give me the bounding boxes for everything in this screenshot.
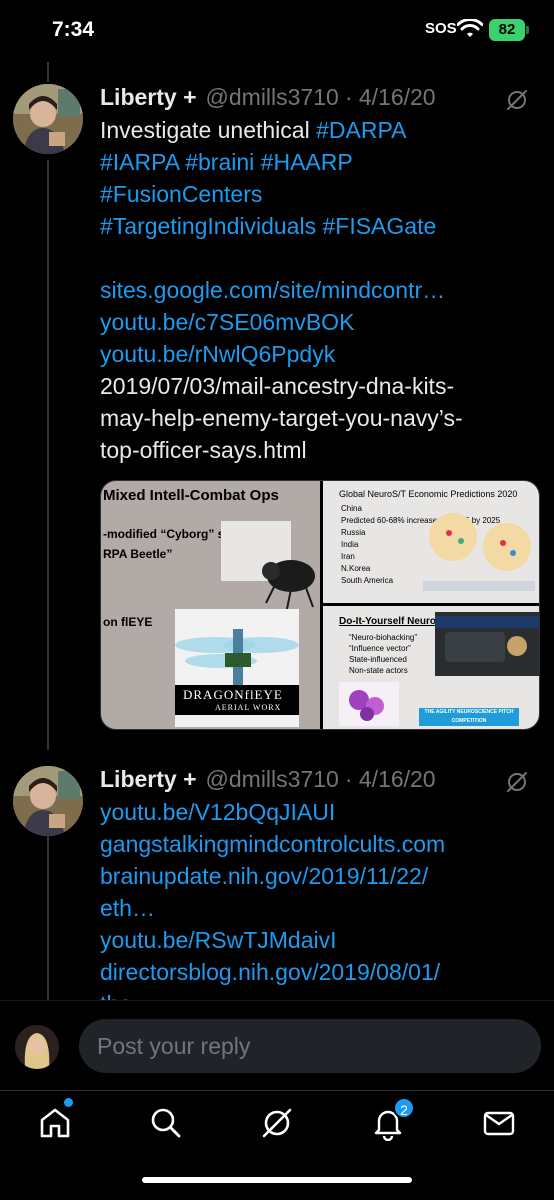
- tweet-line: top-officer-says.html: [100, 434, 520, 466]
- media-1-line2: RPA Beetle”: [103, 547, 173, 561]
- media-1-caption-2: AERIAL WORX: [215, 703, 282, 712]
- tweet-link[interactable]: youtu.be/c7SE06mvBOK: [100, 309, 354, 335]
- tweet-line: may-help-enemy-target-you-navy’s-: [100, 402, 520, 434]
- media-2-title: Global NeuroS/T Economic Predictions 202…: [339, 489, 518, 499]
- map-image: [423, 513, 535, 591]
- tweet-text-span: Investigate unethical: [100, 117, 317, 143]
- tweet-line: youtu.be/RSwTJMdaivI: [100, 924, 520, 956]
- tweet-link[interactable]: #TargetingIndividuals #FISAGate: [100, 213, 436, 239]
- tweet-link[interactable]: youtu.be/rNwlQ6Ppdyk: [100, 341, 335, 367]
- tweet-header: Liberty + @dmills3710 · 4/16/20: [100, 84, 520, 114]
- tweet-link[interactable]: #IARPA #braini #HAARP: [100, 149, 353, 175]
- tweet-line: youtu.be/c7SE06mvBOK: [100, 306, 520, 338]
- tweet-line: #TargetingIndividuals #FISAGate: [100, 210, 520, 242]
- tweet-line: sites.google.com/site/mindcontr…: [100, 274, 520, 306]
- tweet-text: youtu.be/V12bQqJIAUI gangstalkingmindcont…: [100, 796, 520, 1020]
- reply-bar: [0, 1000, 554, 1090]
- media-list-item: “Influence vector”: [349, 644, 411, 653]
- media-1-title: Mixed Intell-Combat Ops: [103, 487, 279, 504]
- handle[interactable]: @dmills3710: [206, 84, 339, 111]
- tweet-link[interactable]: directorsblog.nih.gov/2019/08/01/: [100, 959, 440, 985]
- molecule-image: [339, 682, 399, 726]
- tweet-line: gangstalkingmindcontrolcults.com: [100, 828, 520, 860]
- tweet-text-span: may-help-enemy-target-you-navy’s-: [100, 405, 463, 431]
- battery-tip: [526, 26, 529, 34]
- home-icon[interactable]: [37, 1105, 73, 1141]
- tweet-line: brainupdate.nih.gov/2019/11/22/: [100, 860, 520, 892]
- device-image: [435, 612, 539, 676]
- media-3-banner: THE AGILITY NEUROSCIENCE PITCH COMPETITI…: [419, 708, 519, 726]
- tweet-header: Liberty + @dmills3710 · 4/16/20: [100, 766, 520, 796]
- tweet-text-span: top-officer-says.html: [100, 437, 307, 463]
- tweet-text-span: 2019/07/03/mail-ancestry-dna-kits-: [100, 373, 455, 399]
- tweet-line: #IARPA #braini #HAARP: [100, 146, 520, 178]
- tweet-link[interactable]: eth…: [100, 895, 155, 921]
- tab-bar: [0, 1090, 554, 1200]
- notification-badge: 2: [393, 1097, 415, 1119]
- reply-input[interactable]: [79, 1019, 541, 1073]
- display-name[interactable]: Liberty +: [100, 84, 197, 111]
- grok-tab-icon[interactable]: [259, 1105, 295, 1141]
- beetle-image: [221, 521, 315, 610]
- messages-icon[interactable]: [481, 1105, 517, 1141]
- avatar[interactable]: [13, 84, 83, 154]
- post-date[interactable]: · 4/16/20: [345, 766, 436, 793]
- thread-line-top: [47, 62, 49, 82]
- tweet-link[interactable]: brainupdate.nih.gov/2019/11/22/: [100, 863, 428, 889]
- post-date[interactable]: · 4/16/20: [345, 84, 436, 111]
- display-name[interactable]: Liberty +: [100, 766, 197, 793]
- media-grid[interactable]: Mixed Intell-Combat Ops -modified “Cybor…: [100, 480, 540, 730]
- media-list-item: “Neuro-biohacking”: [349, 633, 418, 642]
- media-list-item: Non-state actors: [349, 666, 408, 675]
- search-icon[interactable]: [148, 1105, 184, 1141]
- tweet-line: directorsblog.nih.gov/2019/08/01/: [100, 956, 520, 988]
- handle[interactable]: @dmills3710: [206, 766, 339, 793]
- media-3-list: “Neuro-biohacking” “Influence vector” Stat…: [349, 632, 417, 676]
- media-1-caption: DRAGONflEYE: [183, 687, 283, 702]
- status-time: 7:34: [52, 18, 95, 41]
- tweet-line: youtu.be/rNwlQ6Ppdyk: [100, 338, 520, 370]
- user-avatar[interactable]: [15, 1025, 59, 1069]
- media-image-1[interactable]: Mixed Intell-Combat Ops -modified “Cybor…: [101, 481, 320, 729]
- tweet-line: Investigate unethical #DARPA: [100, 114, 520, 146]
- tweet-link[interactable]: youtu.be/V12bQqJIAUI: [100, 799, 335, 825]
- tweet-link[interactable]: #DARPA: [316, 117, 406, 143]
- tweet[interactable]: Liberty + @dmills3710 · 4/16/20 youtu.be…: [0, 762, 554, 1017]
- media-image-3[interactable]: Do-It-Yourself NeuroS/T… “Neuro-biohacki…: [323, 606, 539, 729]
- tweet-line: 2019/07/03/mail-ancestry-dna-kits-: [100, 370, 520, 402]
- grok-icon[interactable]: [505, 770, 529, 794]
- home-unread-dot: [64, 1098, 73, 1107]
- tweet-line: [100, 242, 520, 274]
- media-image-2[interactable]: Global NeuroS/T Economic Predictions 202…: [323, 481, 539, 603]
- tweet-text: Investigate unethical #DARPA #IARPA #brai…: [100, 114, 520, 466]
- status-bar: 7:34 SOS 82: [0, 0, 554, 62]
- media-list-item: State-influenced: [349, 655, 407, 664]
- status-sos: SOS: [425, 20, 457, 37]
- tweet-line: youtu.be/V12bQqJIAUI: [100, 796, 520, 828]
- media-1-line3: on flEYE: [103, 615, 153, 629]
- tweet-line: #FusionCenters: [100, 178, 520, 210]
- tweet-link[interactable]: gangstalkingmindcontrolcults.com: [100, 831, 445, 857]
- home-indicator[interactable]: [142, 1177, 412, 1183]
- tweet-link[interactable]: sites.google.com/site/mindcontr…: [100, 277, 445, 303]
- wifi-icon: [457, 19, 483, 37]
- tweet-line: eth…: [100, 892, 520, 924]
- avatar[interactable]: [13, 766, 83, 836]
- grok-icon[interactable]: [505, 88, 529, 112]
- battery-indicator: 82: [489, 19, 525, 41]
- tweet-link[interactable]: #FusionCenters: [100, 181, 262, 207]
- tweet-link[interactable]: youtu.be/RSwTJMdaivI: [100, 927, 336, 953]
